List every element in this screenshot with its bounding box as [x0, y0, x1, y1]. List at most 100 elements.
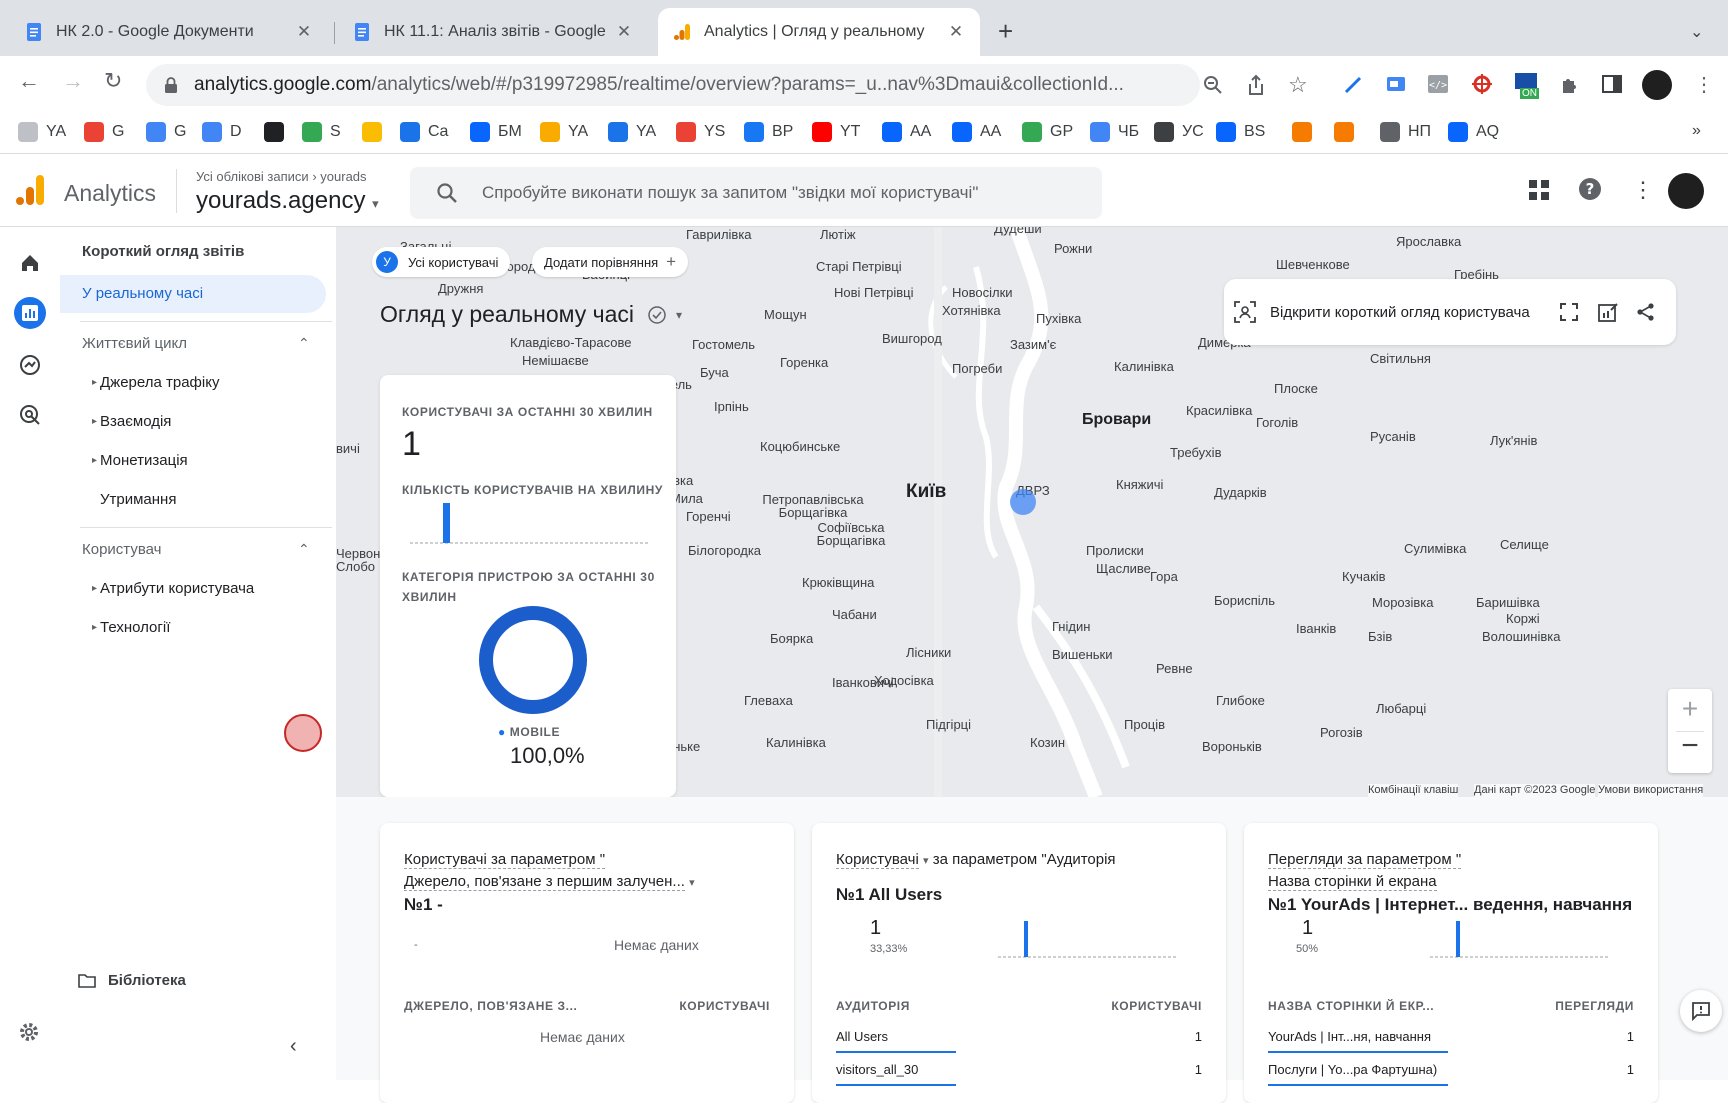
nav-section-lifecycle[interactable]: Життєвий цикл — [82, 335, 187, 352]
table-row[interactable]: Послуги | Yo...ра Фартушна) 1 — [1268, 1062, 1634, 1086]
close-tab-icon[interactable]: ✕ — [294, 22, 314, 42]
nav-realtime[interactable]: У реальному часі — [60, 275, 326, 313]
table-row[interactable]: YourAds | Інт...ня, навчання 1 — [1268, 1029, 1634, 1053]
open-user-snapshot-link[interactable]: Відкрити короткий огляд користувача — [1270, 304, 1530, 321]
zoom-icon[interactable] — [1203, 75, 1223, 95]
top-value: 1 — [870, 917, 882, 939]
nav-item-engagement[interactable]: ▸ Взаємодія — [92, 413, 171, 430]
bookmark-item[interactable]: G — [84, 122, 124, 142]
bookmark-item[interactable]: УС — [1154, 122, 1204, 142]
nav-item-monetization[interactable]: ▸ Монетизація — [92, 452, 188, 469]
verified-check-icon[interactable] — [648, 305, 666, 324]
browser-menu-icon[interactable]: ⋮ — [1694, 72, 1714, 97]
bug-extension-icon[interactable] — [1470, 72, 1494, 96]
bookmark-item[interactable]: YA — [18, 122, 66, 142]
reload-icon[interactable]: ↻ — [104, 70, 122, 92]
search-input[interactable]: Спробуйте виконати пошук за запитом "зві… — [410, 167, 1102, 219]
reports-nav[interactable] — [14, 297, 46, 329]
home-nav[interactable] — [14, 247, 46, 279]
bookmark-item[interactable]: AQ — [1448, 122, 1499, 142]
bookmark-item[interactable]: YA — [608, 122, 656, 142]
new-tab-icon[interactable]: + — [998, 18, 1013, 44]
bookmark-item[interactable]: BS — [1216, 122, 1265, 142]
apps-grid-icon[interactable] — [1528, 179, 1550, 201]
account-selector[interactable]: yourads.agency ▾ — [196, 187, 379, 215]
tab-google-docs-2[interactable]: НК 11.1: Аналіз звітів - Google ✕ — [338, 8, 648, 56]
card-dimension-selector[interactable]: Джерело, пов'язане з першим залучен... ▾ — [404, 873, 695, 891]
side-panel-icon[interactable] — [1600, 72, 1624, 96]
close-tab-icon[interactable]: ✕ — [614, 22, 634, 42]
collapse-nav-icon[interactable]: ‹ — [290, 1035, 297, 1058]
bookmark-item[interactable]: БМ — [470, 122, 522, 142]
tab-google-docs-1[interactable]: НК 2.0 - Google Документи ✕ — [10, 8, 328, 56]
bookmark-item[interactable]: BP — [744, 122, 793, 142]
map-attribution-shortcuts[interactable]: Комбінації клавіш — [1368, 784, 1459, 797]
tab-analytics[interactable]: Analytics | Огляд у реальному ✕ — [658, 8, 980, 56]
profile-avatar[interactable] — [1642, 70, 1672, 100]
metric-selector[interactable]: Користувачі ▾ — [836, 851, 929, 869]
nav-section-user[interactable]: Користувач — [82, 541, 161, 558]
fullscreen-icon[interactable] — [1559, 303, 1578, 321]
collapse-chevron-icon[interactable]: ⌃ — [298, 335, 310, 352]
bookmark-item[interactable]: AA — [882, 122, 931, 142]
settings-gear-icon[interactable] — [18, 1021, 40, 1043]
realtime-map[interactable]: ГаврилівкаЛютіжДудешиЯрославкаЗагальціБо… — [336, 227, 1728, 797]
map-attribution-terms[interactable]: Умови використання — [1598, 784, 1704, 797]
more-vert-icon[interactable]: ⋮ — [1632, 177, 1654, 203]
add-comparison-button[interactable]: Додати порівняння + — [532, 247, 689, 277]
address-bar[interactable]: analytics.google.com/analytics/web/#/p31… — [146, 64, 1200, 106]
bookmark-item[interactable]: AA — [952, 122, 1001, 142]
bookmark-item[interactable] — [1334, 122, 1362, 142]
forward-icon[interactable]: → — [62, 70, 84, 92]
extensions-puzzle-icon[interactable] — [1558, 72, 1582, 96]
bookmark-item[interactable] — [1292, 122, 1320, 142]
segment-chip-all-users[interactable]: У Усі користувачі — [372, 247, 511, 277]
advertising-nav[interactable] — [14, 399, 46, 431]
code-extension-icon[interactable]: </> — [1426, 72, 1450, 96]
collapse-chevron-icon[interactable]: ⌃ — [298, 541, 310, 558]
bookmark-item[interactable]: S — [302, 122, 341, 142]
zoom-in-icon[interactable]: + — [1668, 693, 1712, 725]
bookmark-item[interactable]: D — [202, 122, 242, 142]
on-extension[interactable]: ON — [1514, 72, 1540, 102]
close-tab-icon[interactable]: ✕ — [946, 22, 966, 42]
table-row[interactable]: All Users 1 — [836, 1029, 1202, 1053]
account-breadcrumb[interactable]: Усі облікові записи › yourads — [196, 169, 367, 184]
bookmark-item[interactable]: YA — [540, 122, 588, 142]
bookmark-item[interactable]: YS — [676, 122, 725, 142]
pen-extension-icon[interactable] — [1342, 72, 1366, 96]
nav-item-user-attributes[interactable]: ▸ Атрибути користувача — [92, 580, 254, 597]
nav-item-retention[interactable]: Утримання — [100, 491, 176, 508]
bookmark-item[interactable] — [362, 122, 390, 142]
bookmark-item[interactable] — [264, 122, 292, 142]
edit-chart-icon[interactable] — [1597, 302, 1618, 322]
bookmark-star-icon[interactable]: ☆ — [1288, 72, 1308, 98]
title-caret-icon[interactable]: ▾ — [676, 308, 682, 322]
help-icon[interactable]: ? — [1578, 177, 1602, 201]
bookmark-item[interactable]: ЧБ — [1090, 122, 1139, 142]
explore-nav[interactable] — [14, 349, 46, 381]
nav-reports-snapshot[interactable]: Короткий огляд звітів — [82, 243, 244, 260]
bookmark-item[interactable]: НП — [1380, 122, 1431, 142]
tag-extension-icon[interactable] — [1384, 72, 1408, 96]
bookmark-item[interactable]: G — [146, 122, 186, 142]
nav-library[interactable]: Бібліотека — [78, 972, 186, 989]
bookmark-item[interactable]: GP — [1022, 122, 1073, 142]
table-row[interactable]: visitors_all_30 1 — [836, 1062, 1202, 1086]
card-dimension-selector[interactable]: Назва сторінки й екрана — [1268, 873, 1437, 891]
back-icon[interactable]: ← — [18, 70, 40, 92]
share-icon[interactable] — [1636, 302, 1656, 322]
feedback-button[interactable] — [1680, 990, 1722, 1032]
nav-item-acquisition[interactable]: ▸ Джерела трафіку — [92, 374, 219, 391]
bookmarks-overflow-icon[interactable]: » — [1692, 122, 1701, 140]
tab-search-chevron-icon[interactable]: ⌄ — [1690, 22, 1703, 42]
map-city-label: Гора — [1150, 569, 1178, 584]
share-page-icon[interactable] — [1246, 74, 1266, 96]
nav-item-tech[interactable]: ▸ Технології — [92, 619, 170, 636]
bookmark-item[interactable]: YT — [812, 122, 860, 142]
zoom-out-icon[interactable]: − — [1668, 729, 1712, 763]
row-label: visitors_all_30 — [836, 1062, 919, 1077]
user-avatar[interactable] — [1668, 173, 1704, 209]
caret-down-icon: ▾ — [689, 877, 695, 889]
bookmark-item[interactable]: Ca — [400, 122, 448, 142]
